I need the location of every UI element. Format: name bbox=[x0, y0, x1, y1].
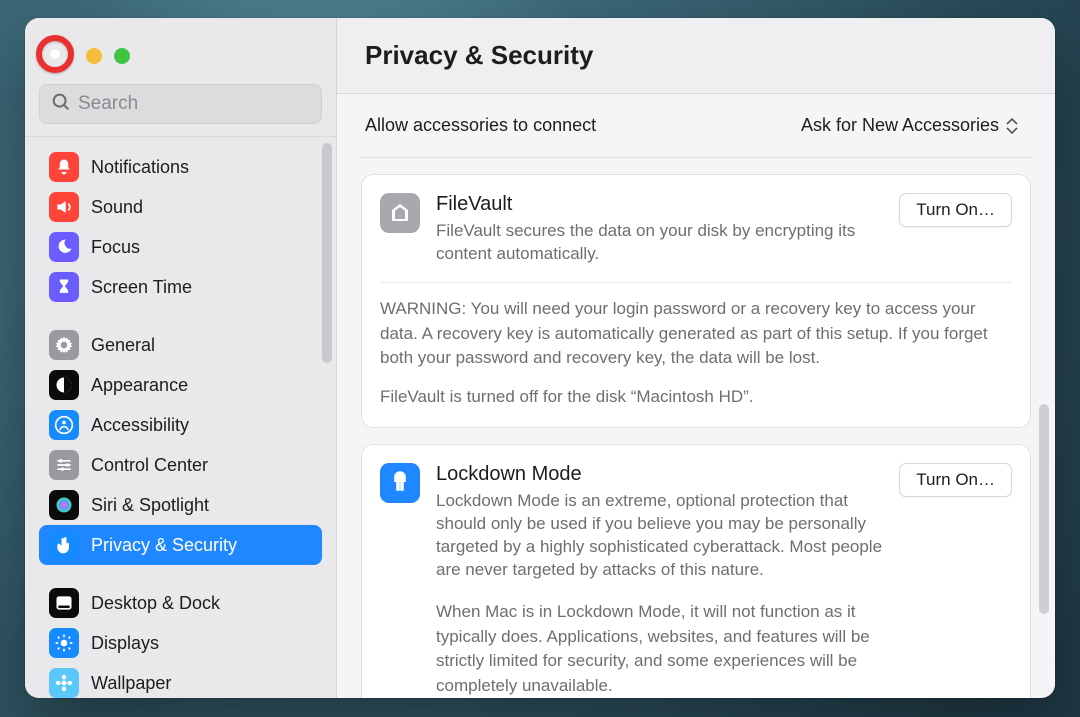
sidebar-item-focus[interactable]: Focus bbox=[39, 227, 322, 267]
filevault-turn-on-button[interactable]: Turn On… bbox=[899, 193, 1012, 227]
sidebar-item-label: Screen Time bbox=[91, 277, 192, 298]
hand-icon bbox=[49, 530, 79, 560]
filevault-title: FileVault bbox=[436, 193, 883, 216]
settings-window: Notifications Sound Focus Screen Time Genera… bbox=[25, 18, 1055, 698]
chevron-updown-icon bbox=[1005, 116, 1021, 136]
filevault-warning: WARNING: You will need your login passwo… bbox=[380, 297, 1012, 371]
sidebar-item-label: Accessibility bbox=[91, 415, 189, 436]
sidebar-item-desktop-dock[interactable]: Desktop & Dock bbox=[39, 583, 322, 623]
sidebar-item-siri-spotlight[interactable]: Siri & Spotlight bbox=[39, 485, 322, 525]
filevault-icon bbox=[380, 193, 420, 233]
sidebar-item-control-center[interactable]: Control Center bbox=[39, 445, 322, 485]
lockdown-desc2: When Mac is in Lockdown Mode, it will no… bbox=[436, 600, 883, 698]
sidebar-scrollbar[interactable] bbox=[322, 143, 332, 363]
content-header: Privacy & Security bbox=[337, 18, 1055, 94]
sidebar-item-general[interactable]: General bbox=[39, 325, 322, 365]
sidebar-item-label: Focus bbox=[91, 237, 140, 258]
content-scrollbar[interactable] bbox=[1039, 404, 1049, 614]
sidebar-item-screen-time[interactable]: Screen Time bbox=[39, 267, 322, 307]
sliders-icon bbox=[49, 450, 79, 480]
lockdown-turn-on-button[interactable]: Turn On… bbox=[899, 463, 1012, 497]
search-icon bbox=[50, 91, 72, 118]
sidebar-item-appearance[interactable]: Appearance bbox=[39, 365, 322, 405]
sun-icon bbox=[49, 628, 79, 658]
sidebar-item-label: Desktop & Dock bbox=[91, 593, 220, 614]
sidebar-item-label: Privacy & Security bbox=[91, 535, 237, 556]
page-title: Privacy & Security bbox=[365, 40, 593, 71]
lockdown-card: Lockdown Mode Lockdown Mode is an extrem… bbox=[361, 444, 1031, 698]
hourglass-icon bbox=[49, 272, 79, 302]
window-controls bbox=[25, 18, 336, 72]
filevault-status: FileVault is turned off for the disk “Ma… bbox=[380, 385, 1012, 410]
flower-icon bbox=[49, 668, 79, 698]
sidebar-item-label: Wallpaper bbox=[91, 673, 171, 694]
moon-icon bbox=[49, 232, 79, 262]
gear-icon bbox=[49, 330, 79, 360]
lockdown-desc: Lockdown Mode is an extreme, optional pr… bbox=[436, 490, 883, 582]
lockdown-icon bbox=[380, 463, 420, 503]
sidebar-item-wallpaper[interactable]: Wallpaper bbox=[39, 663, 322, 698]
zoom-button[interactable] bbox=[114, 48, 130, 64]
content-pane: Privacy & Security Allow accessories to … bbox=[337, 18, 1055, 698]
sidebar-item-label: Siri & Spotlight bbox=[91, 495, 209, 516]
filevault-card: FileVault FileVault secures the data on … bbox=[361, 174, 1031, 428]
sidebar-item-label: General bbox=[91, 335, 155, 356]
sidebar-item-label: Notifications bbox=[91, 157, 189, 178]
accessories-label: Allow accessories to connect bbox=[365, 115, 596, 136]
lockdown-title: Lockdown Mode bbox=[436, 463, 883, 486]
sidebar-item-notifications[interactable]: Notifications bbox=[39, 147, 322, 187]
sidebar-item-displays[interactable]: Displays bbox=[39, 623, 322, 663]
accessories-row: Allow accessories to connect Ask for New… bbox=[361, 94, 1031, 158]
person-icon bbox=[49, 410, 79, 440]
dock-icon bbox=[49, 588, 79, 618]
accessories-value: Ask for New Accessories bbox=[801, 115, 999, 136]
sidebar-item-label: Displays bbox=[91, 633, 159, 654]
sidebar-item-label: Control Center bbox=[91, 455, 208, 476]
sidebar-item-label: Sound bbox=[91, 197, 143, 218]
siri-icon bbox=[49, 490, 79, 520]
close-button[interactable] bbox=[36, 35, 74, 73]
sidebar-item-sound[interactable]: Sound bbox=[39, 187, 322, 227]
minimize-button[interactable] bbox=[86, 48, 102, 64]
contrast-icon bbox=[49, 370, 79, 400]
bell-icon bbox=[49, 152, 79, 182]
sidebar-item-accessibility[interactable]: Accessibility bbox=[39, 405, 322, 445]
sidebar-item-label: Appearance bbox=[91, 375, 188, 396]
speaker-icon bbox=[49, 192, 79, 222]
sidebar-item-privacy-security[interactable]: Privacy & Security bbox=[39, 525, 322, 565]
search-field[interactable] bbox=[39, 84, 322, 124]
search-input[interactable] bbox=[78, 93, 311, 115]
filevault-desc: FileVault secures the data on your disk … bbox=[436, 220, 866, 266]
sidebar: Notifications Sound Focus Screen Time Genera… bbox=[25, 18, 337, 698]
sidebar-list: Notifications Sound Focus Screen Time Genera… bbox=[25, 143, 336, 698]
accessories-select[interactable]: Ask for New Accessories bbox=[795, 112, 1027, 139]
